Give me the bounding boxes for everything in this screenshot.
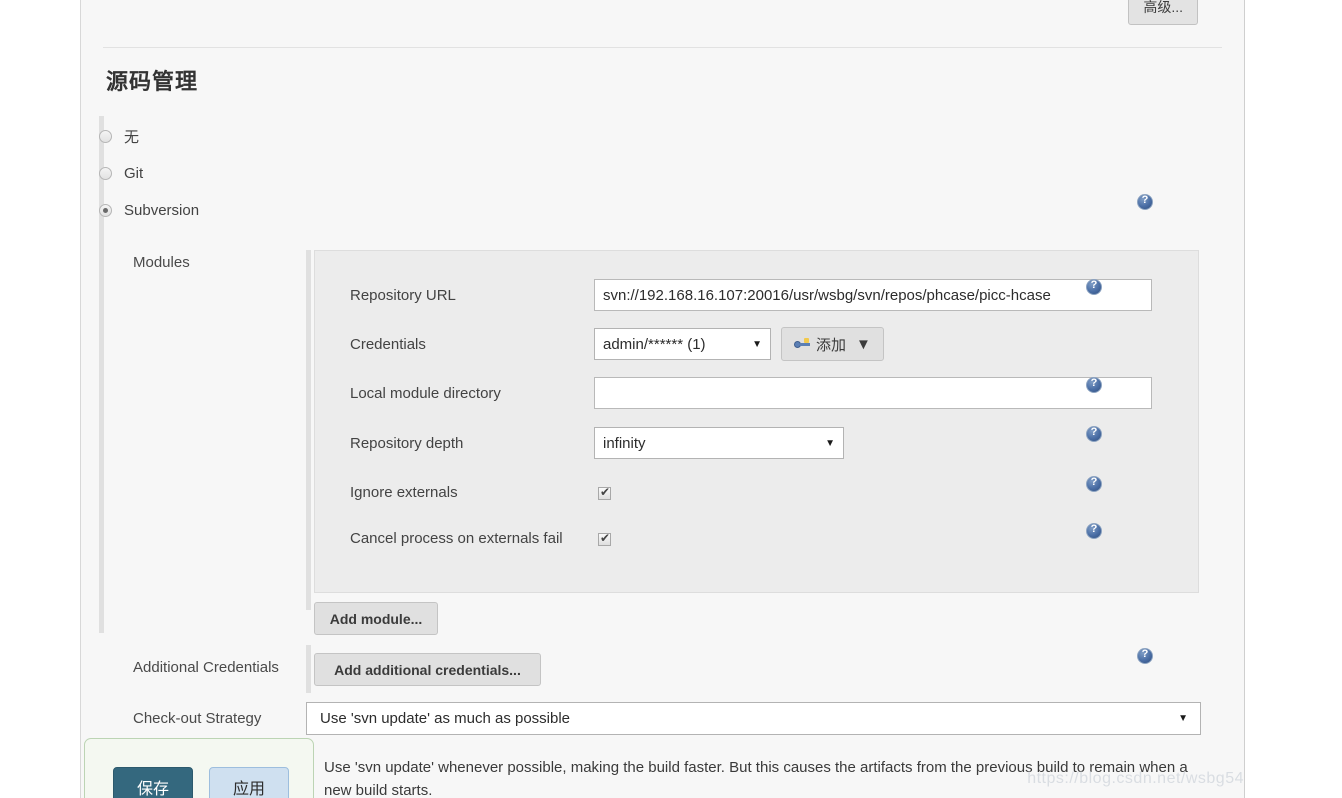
field-ignore-externals: Ignore externals: [315, 474, 1198, 514]
local-module-directory-input[interactable]: [594, 377, 1152, 409]
help-icon-additional-credentials[interactable]: [1137, 648, 1153, 664]
help-icon-subversion[interactable]: [1137, 194, 1153, 210]
help-icon-repository-url[interactable]: [1086, 279, 1102, 295]
repository-depth-label: Repository depth: [350, 435, 464, 452]
local-module-directory-label: Local module directory: [350, 385, 501, 402]
repository-url-input[interactable]: [594, 279, 1152, 311]
key-icon: [794, 338, 810, 350]
field-credentials: Credentials admin/****** (1) ▼ 添加 ▼: [315, 326, 1198, 366]
help-icon-repository-depth[interactable]: [1086, 426, 1102, 442]
checkout-strategy-label: Check-out Strategy: [133, 710, 262, 727]
chevron-down-icon: ▼: [856, 335, 871, 353]
page-title: 源码管理: [106, 69, 199, 94]
section-divider: [103, 47, 1222, 48]
repository-depth-value: infinity: [603, 434, 646, 452]
modules-label: Modules: [133, 254, 190, 271]
radio-subversion[interactable]: [99, 204, 112, 217]
apply-button[interactable]: 应用: [209, 767, 289, 798]
watermark: https://blog.csdn.net/wsbg54: [1027, 770, 1244, 787]
add-additional-credentials-button[interactable]: Add additional credentials...: [314, 653, 541, 686]
field-cancel-process-on-externals-fail: Cancel process on externals fail: [315, 520, 1198, 560]
save-button[interactable]: 保存: [113, 767, 193, 798]
help-icon-ignore-externals[interactable]: [1086, 476, 1102, 492]
cancel-process-checkbox[interactable]: [598, 531, 611, 546]
module-settings-panel: Repository URL Credentials admin/****** …: [314, 250, 1199, 593]
modules-gutter-bar: [99, 241, 104, 633]
chevron-down-icon: ▼: [752, 338, 762, 350]
credentials-select[interactable]: admin/****** (1) ▼: [594, 328, 771, 360]
credentials-select-value: admin/****** (1): [603, 335, 706, 353]
advanced-button-row: 高级...: [81, 0, 1244, 36]
add-module-button[interactable]: Add module...: [314, 602, 438, 635]
module-panel-gutter-bar: [306, 250, 311, 610]
jenkins-scm-config-screen: 高级... 源码管理 无 Git Subversion ? Modules Re…: [0, 0, 1342, 798]
scm-option-label: Git: [124, 165, 144, 182]
chevron-down-icon: ▼: [825, 437, 835, 449]
advanced-button[interactable]: 高级...: [1128, 0, 1198, 25]
radio-none[interactable]: [99, 130, 112, 143]
chevron-down-icon: ▼: [1178, 713, 1188, 724]
add-credentials-button[interactable]: 添加 ▼: [781, 327, 884, 361]
help-icon-cancel-process[interactable]: [1086, 523, 1102, 539]
content-panel: 高级... 源码管理 无 Git Subversion ? Modules Re…: [80, 0, 1245, 798]
credentials-label: Credentials: [350, 336, 426, 353]
field-repository-url: Repository URL: [315, 277, 1198, 317]
checkout-strategy-value: Use 'svn update' as much as possible: [320, 710, 571, 727]
scm-radio-group: 无 Git Subversion: [99, 118, 499, 229]
scm-option-label: Subversion: [124, 202, 200, 219]
additional-credentials-gutter-bar: [306, 645, 311, 693]
help-icon-local-module-directory[interactable]: [1086, 377, 1102, 393]
additional-credentials-label: Additional Credentials: [133, 659, 279, 676]
checkout-strategy-select[interactable]: Use 'svn update' as much as possible ▼: [306, 702, 1201, 735]
field-repository-depth: Repository depth infinity ▼: [315, 425, 1198, 465]
repository-depth-select[interactable]: infinity ▼: [594, 427, 844, 459]
scm-option-none[interactable]: 无: [99, 118, 499, 155]
cancel-process-label: Cancel process on externals fail: [350, 530, 563, 547]
scm-option-label: 无: [124, 129, 140, 146]
radio-git[interactable]: [99, 167, 112, 180]
add-credentials-label: 添加: [816, 336, 847, 354]
ignore-externals-label: Ignore externals: [350, 484, 458, 501]
ignore-externals-checkbox[interactable]: [598, 485, 611, 500]
scm-option-subversion[interactable]: Subversion: [99, 192, 499, 229]
scm-option-git[interactable]: Git: [99, 155, 499, 192]
save-bar: 保存 应用: [84, 738, 314, 798]
repository-url-label: Repository URL: [350, 287, 456, 304]
field-local-module-directory: Local module directory: [315, 375, 1198, 415]
